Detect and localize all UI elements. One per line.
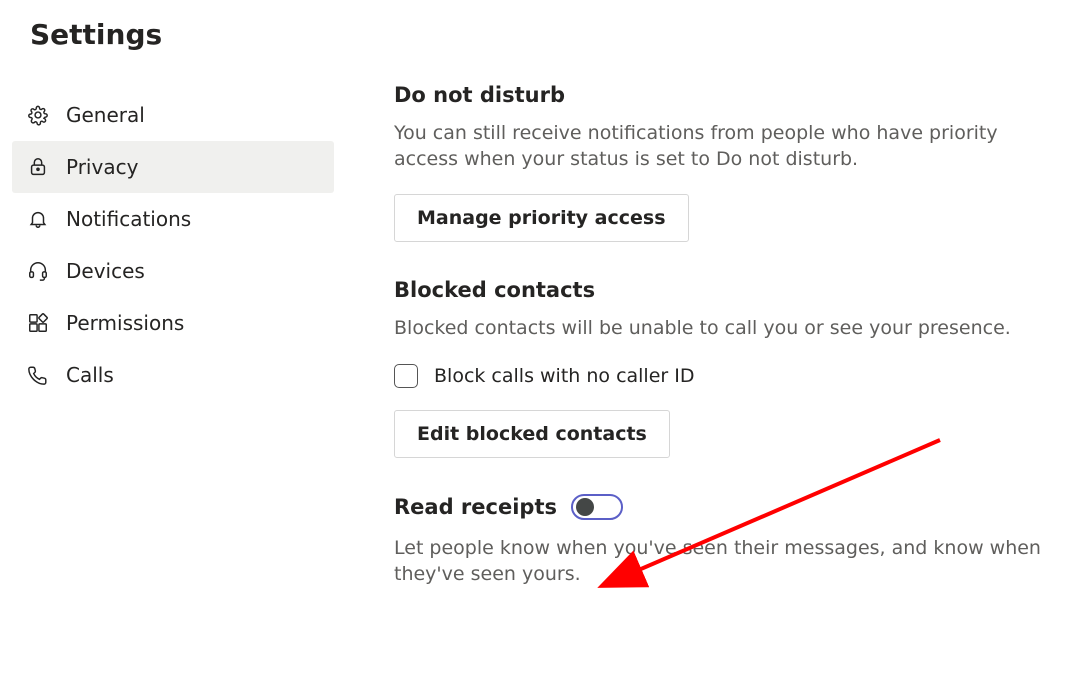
sidebar-item-label: Devices — [66, 259, 145, 283]
gear-icon — [26, 103, 50, 127]
section-read-receipts: Read receipts Let people know when you'v… — [394, 494, 1062, 587]
dnd-description: You can still receive notifications from… — [394, 121, 1034, 172]
sidebar-item-notifications[interactable]: Notifications — [12, 193, 334, 245]
manage-priority-access-button[interactable]: Manage priority access — [394, 194, 689, 242]
read-receipts-description: Let people know when you've seen their m… — [394, 536, 1062, 587]
settings-main: Do not disturb You can still receive not… — [334, 81, 1070, 623]
sidebar-item-calls[interactable]: Calls — [12, 349, 334, 401]
sidebar-item-general[interactable]: General — [12, 89, 334, 141]
apps-icon — [26, 311, 50, 335]
block-no-caller-id-checkbox[interactable] — [394, 364, 418, 388]
block-no-caller-id-label: Block calls with no caller ID — [434, 365, 695, 387]
headset-icon — [26, 259, 50, 283]
sidebar-item-label: Calls — [66, 363, 114, 387]
sidebar-item-permissions[interactable]: Permissions — [12, 297, 334, 349]
block-no-caller-id-row: Block calls with no caller ID — [394, 364, 1062, 388]
dnd-title: Do not disturb — [394, 83, 565, 107]
blocked-description: Blocked contacts will be unable to call … — [394, 316, 1034, 342]
toggle-knob — [576, 498, 594, 516]
settings-sidebar: General Privacy — [12, 81, 334, 401]
read-receipts-toggle[interactable] — [571, 494, 623, 520]
sidebar-item-label: Permissions — [66, 311, 184, 335]
bell-icon — [26, 207, 50, 231]
page-title: Settings — [30, 18, 1070, 51]
sidebar-item-label: General — [66, 103, 145, 127]
section-blocked-contacts: Blocked contacts Blocked contacts will b… — [394, 278, 1062, 458]
read-receipts-title: Read receipts — [394, 495, 557, 519]
sidebar-item-devices[interactable]: Devices — [12, 245, 334, 297]
sidebar-item-privacy[interactable]: Privacy — [12, 141, 334, 193]
phone-icon — [26, 363, 50, 387]
edit-blocked-contacts-button[interactable]: Edit blocked contacts — [394, 410, 670, 458]
section-do-not-disturb: Do not disturb You can still receive not… — [394, 83, 1062, 242]
sidebar-item-label: Notifications — [66, 207, 191, 231]
lock-icon — [26, 155, 50, 179]
blocked-title: Blocked contacts — [394, 278, 595, 302]
sidebar-item-label: Privacy — [66, 155, 138, 179]
